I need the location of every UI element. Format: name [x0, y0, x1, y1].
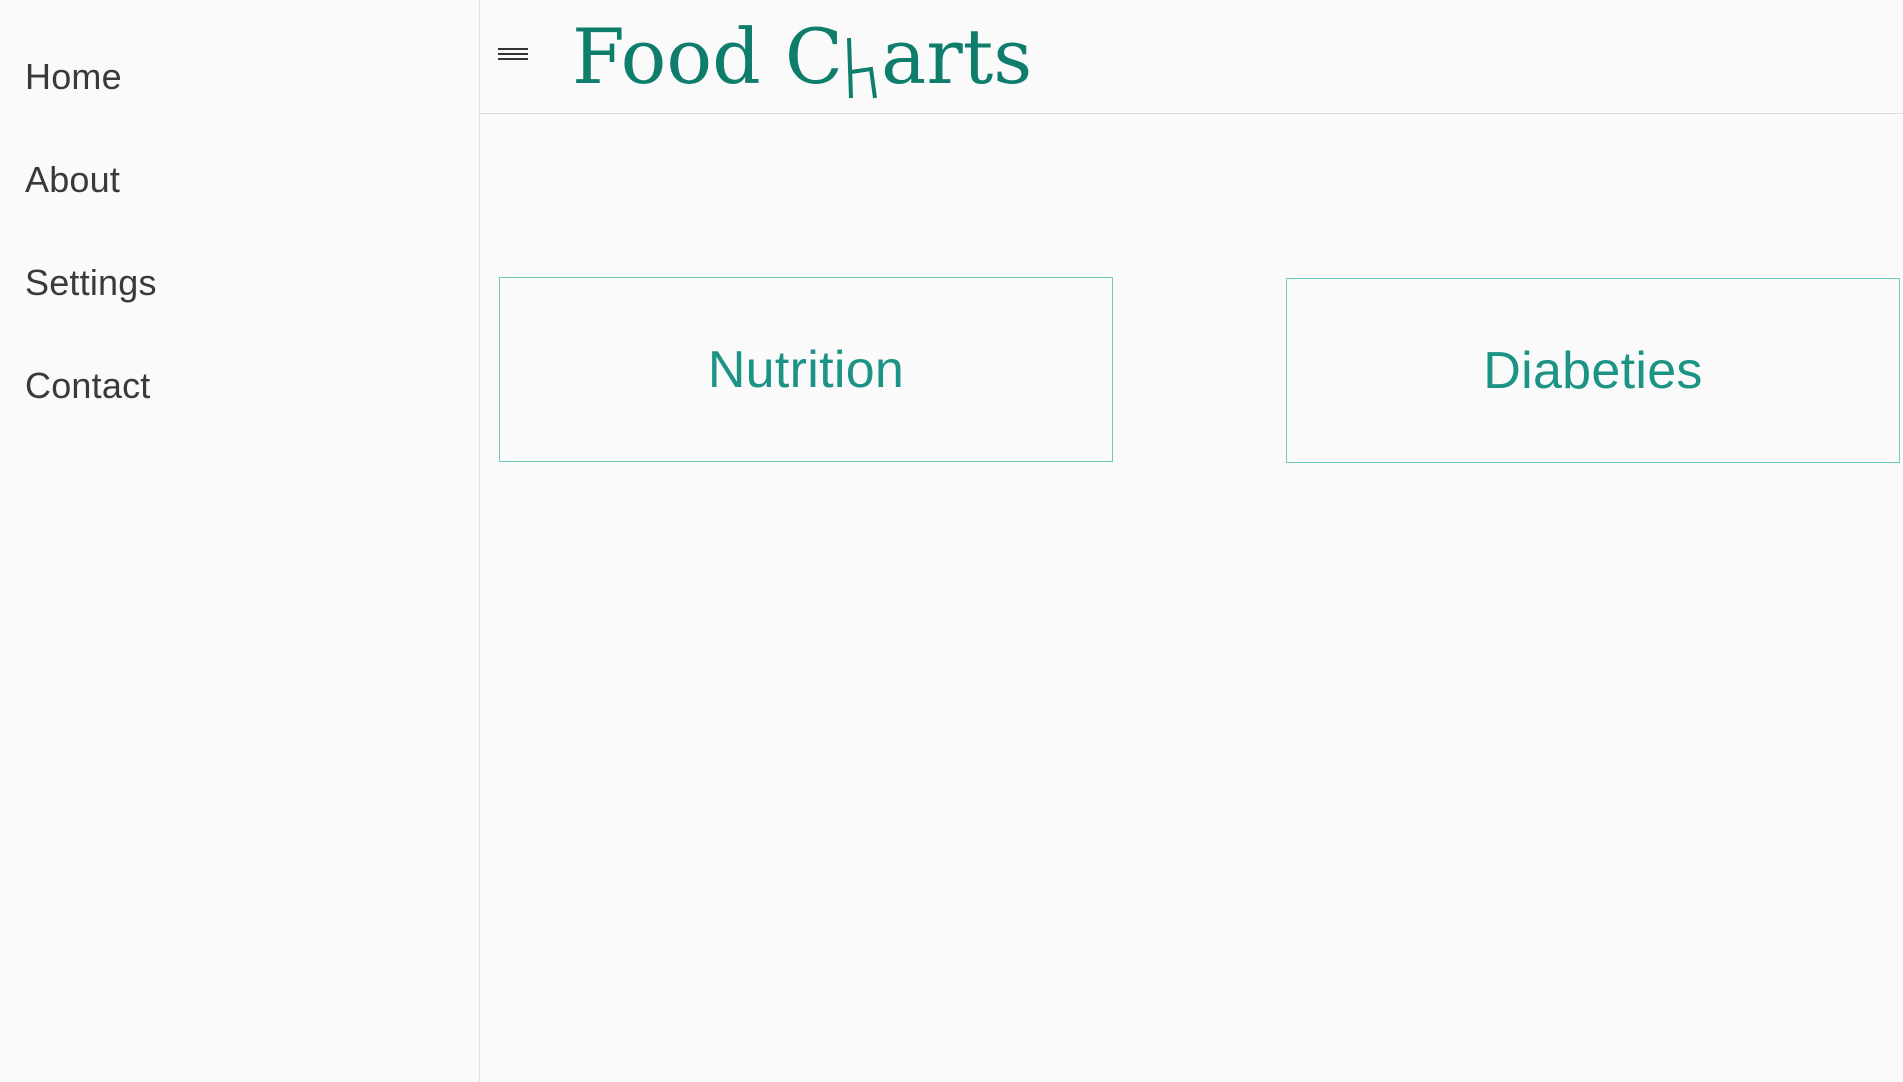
nutrition-card-label: Nutrition — [707, 340, 905, 399]
sidebar-item-about[interactable]: About — [25, 162, 120, 198]
logo-text-start: Food C — [572, 12, 844, 101]
sidebar-item-home[interactable]: Home — [25, 59, 122, 95]
hamburger-menu-icon[interactable] — [498, 46, 530, 64]
diabeties-card-label: Diabeties — [1483, 341, 1703, 400]
logo-text-end: arts — [881, 12, 1033, 101]
app-logo[interactable]: Food C arts — [572, 12, 1032, 102]
nutrition-card[interactable]: Nutrition — [499, 277, 1113, 462]
app-root: Home About Settings Contact Food C arts N… — [0, 0, 1903, 1082]
top-bar: Food C arts — [480, 0, 1903, 114]
chart-bar-h-icon — [843, 12, 881, 102]
sidebar: Home About Settings Contact — [0, 0, 480, 1082]
sidebar-item-contact[interactable]: Contact — [25, 368, 150, 404]
sidebar-item-settings[interactable]: Settings — [25, 265, 157, 301]
diabeties-card[interactable]: Diabeties — [1286, 278, 1900, 463]
